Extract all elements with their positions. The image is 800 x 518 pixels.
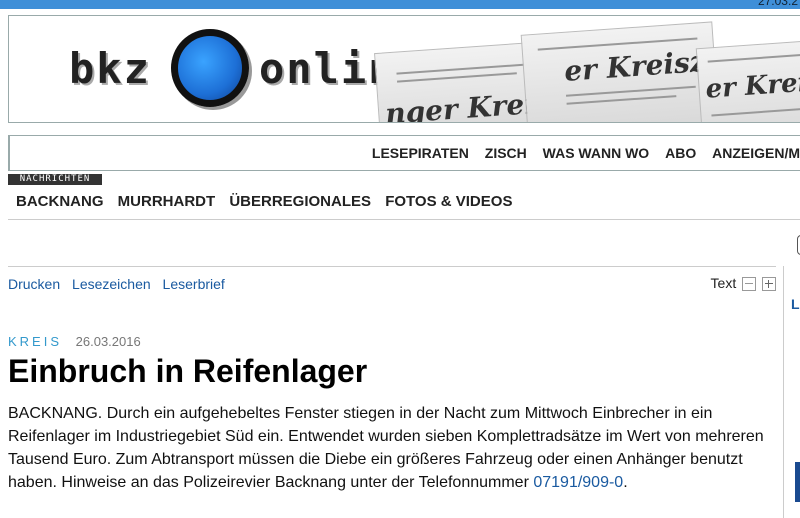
article-date: 26.03.2016 [75, 334, 141, 349]
nav-item-zisch[interactable]: ZISCH [485, 145, 527, 161]
newspaper-title-3: er Kreiz [704, 66, 800, 105]
top-bar: 27.03.2 [0, 0, 800, 9]
logo-circle-icon [171, 29, 249, 107]
text-decrease-icon[interactable] [742, 277, 757, 292]
site-banner[interactable]: bkz online nger Kreis er Kreisz er Kreiz [8, 15, 800, 123]
nav-item-was-wann-wo[interactable]: WAS WANN WO [543, 145, 650, 161]
nav-item-backnang[interactable]: BACKNANG [16, 193, 104, 210]
main-navigation: BACKNANG MURRHARDT ÜBERREGIONALES FOTOS … [8, 185, 800, 220]
article-body-text: BACKNANG. Durch ein aufgehebeltes Fenste… [8, 405, 764, 491]
logo-text-bkz: bkz [69, 44, 151, 93]
article-category[interactable]: KREIS [8, 334, 62, 349]
bookmark-link[interactable]: Lesezeichen [72, 276, 151, 292]
sidebar-graphic-fragment [795, 462, 800, 502]
nav-item-lesepiraten[interactable]: LESEPIRATEN [372, 145, 469, 161]
text-size-control: Text [710, 275, 776, 292]
sidebar-divider [783, 266, 784, 518]
article-body: BACKNANG. Durch ein aufgehebeltes Fenste… [8, 402, 778, 494]
text-increase-icon[interactable] [762, 277, 776, 292]
tab-nachrichten[interactable]: NACHRICHTEN [8, 174, 102, 185]
article-body-end: . [623, 474, 628, 491]
nav-item-ueberregionales[interactable]: ÜBERREGIONALES [229, 193, 371, 210]
newspaper-image-2: er Kreisz [520, 21, 720, 122]
nav-item-murrhardt[interactable]: MURRHARDT [118, 193, 216, 210]
newspaper-title-2: er Kreisz [563, 45, 707, 88]
article-toolbar: Drucken Lesezeichen Leserbrief Text [8, 266, 776, 297]
newspaper-image-3: er Kreiz [695, 39, 800, 122]
nav-item-fotos-videos[interactable]: FOTOS & VIDEOS [385, 193, 512, 210]
nav-item-abo[interactable]: ABO [665, 145, 696, 161]
text-size-label: Text [710, 275, 737, 291]
nav-item-anzeigen[interactable]: ANZEIGEN/M [712, 145, 800, 161]
letter-link[interactable]: Leserbrief [163, 276, 225, 292]
top-navigation: LESEPIRATEN ZISCH WAS WANN WO ABO ANZEIG… [8, 135, 800, 171]
top-date: 27.03.2 [757, 0, 798, 8]
article-title: Einbruch in Reifenlager [8, 353, 368, 389]
sidebar-link-fragment[interactable]: L [791, 296, 800, 312]
phone-number-link[interactable]: 07191/909-0 [533, 474, 623, 491]
print-link[interactable]: Drucken [8, 276, 60, 292]
article-kicker: KREIS 26.03.2016 [8, 334, 141, 349]
